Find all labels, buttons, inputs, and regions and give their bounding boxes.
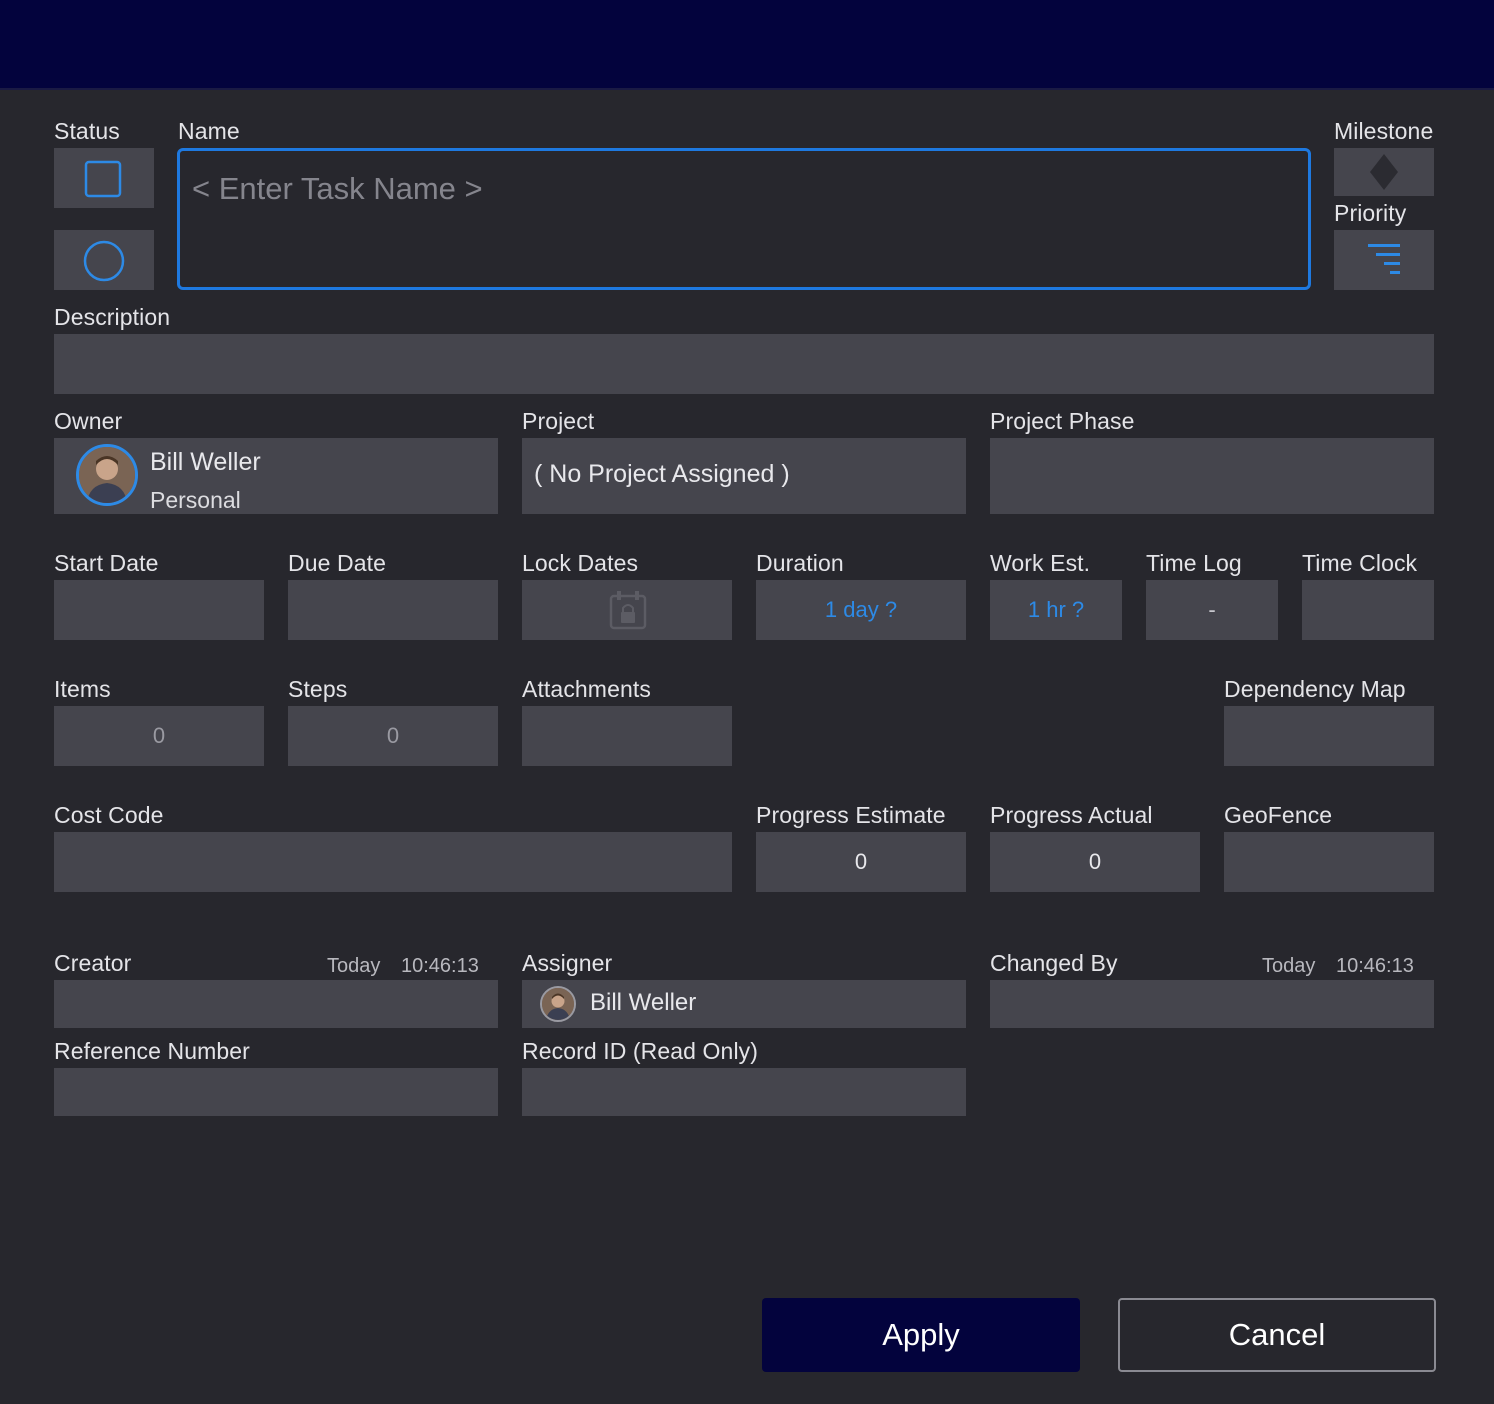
project-phase-label: Project Phase xyxy=(990,408,1135,434)
diamond-icon xyxy=(1370,154,1398,190)
lock-dates-button[interactable] xyxy=(522,580,732,640)
priority-button[interactable] xyxy=(1334,230,1434,290)
priority-lines-icon xyxy=(1368,244,1400,274)
start-date-field[interactable] xyxy=(54,580,264,640)
items-field[interactable]: 0 xyxy=(54,706,264,766)
assigner-name: Bill Weller xyxy=(590,989,697,1016)
dependency-map-field[interactable] xyxy=(1224,706,1434,766)
record-id-label: Record ID (Read Only) xyxy=(522,1038,759,1064)
due-date-field[interactable] xyxy=(288,580,498,640)
status-checkbox-button[interactable] xyxy=(54,148,154,208)
changed-by-label: Changed By xyxy=(990,950,1118,976)
owner-name: Bill Weller xyxy=(150,448,261,476)
steps-field[interactable]: 0 xyxy=(288,706,498,766)
reference-number-label: Reference Number xyxy=(54,1038,250,1064)
work-est-label: Work Est. xyxy=(990,550,1091,576)
progress-actual-field[interactable]: 0 xyxy=(990,832,1200,892)
record-id-field xyxy=(522,1068,966,1116)
due-date-label: Due Date xyxy=(288,550,386,576)
steps-value: 0 xyxy=(386,723,400,748)
time-log-label: Time Log xyxy=(1146,550,1242,576)
project-label: Project xyxy=(522,408,595,434)
reference-number-field[interactable] xyxy=(54,1068,498,1116)
progress-estimate-field[interactable]: 0 xyxy=(756,832,966,892)
owner-field[interactable]: Bill Weller Personal xyxy=(54,438,498,514)
project-phase-field[interactable] xyxy=(990,438,1434,514)
time-clock-label: Time Clock xyxy=(1302,550,1418,576)
milestone-label: Milestone xyxy=(1334,118,1434,144)
time-clock-field[interactable] xyxy=(1302,580,1434,640)
changed-by-field xyxy=(990,980,1434,1028)
progress-actual-value: 0 xyxy=(1088,849,1102,874)
status-label: Status xyxy=(54,118,120,144)
duration-value: 1 day ? xyxy=(824,597,898,622)
duration-label: Duration xyxy=(756,550,844,576)
lock-dates-label: Lock Dates xyxy=(522,550,639,576)
description-field[interactable] xyxy=(54,334,1434,394)
geofence-field[interactable] xyxy=(1224,832,1434,892)
cost-code-label: Cost Code xyxy=(54,802,164,828)
name-field[interactable] xyxy=(177,148,1311,290)
geofence-label: GeoFence xyxy=(1224,802,1333,828)
attachments-label: Attachments xyxy=(522,676,651,702)
circle-outline-icon xyxy=(83,240,125,282)
project-field[interactable]: ( No Project Assigned ) xyxy=(522,438,966,514)
assigner-field[interactable]: Bill Weller xyxy=(522,980,966,1028)
work-est-value: 1 hr ? xyxy=(1027,597,1085,622)
items-label: Items xyxy=(54,676,111,702)
changed-by-day: Today xyxy=(1262,955,1316,977)
title-bar[interactable] xyxy=(0,0,1494,90)
progress-estimate-label: Progress Estimate xyxy=(756,802,946,828)
attachments-field[interactable] xyxy=(522,706,732,766)
creator-label: Creator xyxy=(54,950,132,976)
cost-code-field[interactable] xyxy=(54,832,732,892)
time-log-field[interactable]: - xyxy=(1146,580,1278,640)
person-photo-icon xyxy=(79,447,135,503)
name-label: Name xyxy=(178,118,240,144)
dependency-map-label: Dependency Map xyxy=(1224,676,1406,702)
milestone-button[interactable] xyxy=(1334,148,1434,196)
duration-field[interactable]: 1 day ? xyxy=(756,580,966,640)
apply-button[interactable]: Apply xyxy=(762,1298,1080,1372)
changed-by-time: 10:46:13 xyxy=(1336,955,1414,977)
square-outline-icon xyxy=(84,160,122,198)
creator-time: 10:46:13 xyxy=(401,955,479,977)
steps-label: Steps xyxy=(288,676,348,702)
calendar-lock-icon xyxy=(609,591,647,630)
priority-label: Priority xyxy=(1334,200,1407,226)
person-photo-icon xyxy=(542,988,574,1020)
start-date-label: Start Date xyxy=(54,550,159,576)
creator-day: Today xyxy=(327,955,381,977)
creator-field xyxy=(54,980,498,1028)
progress-actual-label: Progress Actual xyxy=(990,802,1153,828)
progress-estimate-value: 0 xyxy=(854,849,868,874)
time-log-value: - xyxy=(1208,597,1216,622)
owner-group: Personal xyxy=(150,487,241,513)
items-value: 0 xyxy=(152,723,166,748)
assigner-label: Assigner xyxy=(522,950,613,976)
owner-avatar xyxy=(76,444,138,506)
owner-label: Owner xyxy=(54,408,123,434)
cancel-button[interactable]: Cancel xyxy=(1118,1298,1436,1372)
status-circle-button[interactable] xyxy=(54,230,154,290)
description-label: Description xyxy=(54,304,171,330)
work-est-field[interactable]: 1 hr ? xyxy=(990,580,1122,640)
assigner-avatar xyxy=(540,986,576,1022)
project-value: ( No Project Assigned ) xyxy=(534,460,790,488)
task-name-input[interactable] xyxy=(190,165,1294,213)
